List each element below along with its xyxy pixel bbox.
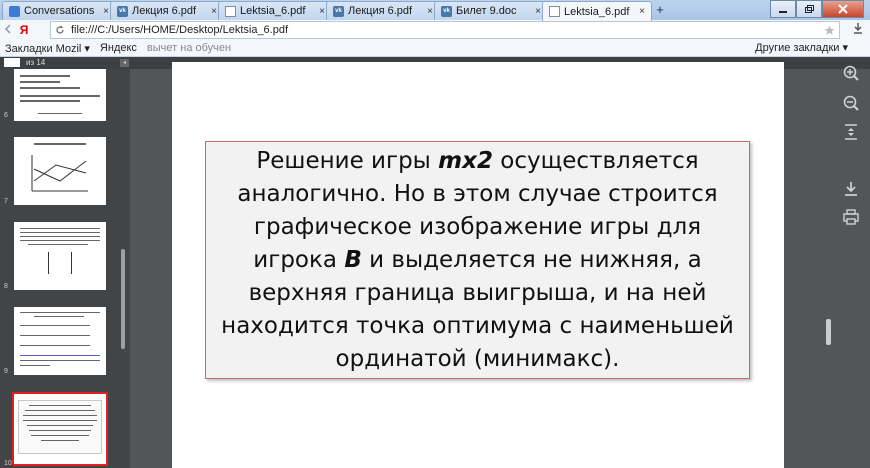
print-icon <box>843 209 859 225</box>
close-icon[interactable]: × <box>319 6 325 17</box>
minimize-icon <box>779 11 787 13</box>
tab-lektsia-pdf-active[interactable]: Lektsia_6.pdf × <box>542 1 652 21</box>
zoom-out-icon <box>843 95 859 111</box>
vk-icon: vk <box>333 5 344 17</box>
sidebar-toggle-button[interactable]: ◂ <box>120 59 129 67</box>
minimize-button[interactable] <box>770 0 796 18</box>
new-tab-button[interactable]: + <box>652 3 668 17</box>
thumbnail-number: 10 <box>4 460 12 467</box>
navigation-bar: Я <box>0 20 870 40</box>
close-window-button[interactable] <box>822 0 864 18</box>
thumbnail-page-6[interactable] <box>14 69 106 121</box>
back-button[interactable] <box>0 23 16 37</box>
download-button[interactable] <box>852 22 864 37</box>
other-bookmarks[interactable]: Другие закладки ▾ <box>755 41 848 54</box>
download-pdf-button[interactable] <box>842 180 860 198</box>
tab-label: Лекция 6.pdf <box>348 5 413 17</box>
close-icon[interactable]: × <box>211 6 217 17</box>
slide-text-box: Решение игры mx2 осуществляется аналогич… <box>205 141 750 379</box>
restore-icon <box>805 5 814 13</box>
restore-button[interactable] <box>796 0 822 18</box>
bookmarks-bar: Закладки Mozil ▾ Яндекс вычет на обучен … <box>0 40 870 57</box>
tab-label: Lektsia_6.pdf <box>240 5 306 17</box>
pdf-viewer: из 14 ◂ 6 7 8 9 10 Решение игры mx2 осущ… <box>0 57 870 468</box>
download-icon <box>845 182 857 196</box>
thumbnail-number: 9 <box>4 368 8 375</box>
fit-page-icon <box>845 124 857 140</box>
close-icon[interactable]: × <box>535 6 541 17</box>
tab-lektsia-pdf-1[interactable]: Lektsia_6.pdf × <box>218 1 332 20</box>
tab-conversations[interactable]: Conversations × <box>2 1 116 20</box>
tab-label: Билет 9.doc <box>456 5 517 17</box>
close-icon[interactable]: × <box>639 6 645 17</box>
print-button[interactable] <box>842 208 860 226</box>
arrow-left-icon <box>4 24 11 34</box>
bookmark-yandex[interactable]: Яндекс <box>95 42 142 54</box>
bookmark-vychet[interactable]: вычет на обучен <box>142 42 236 54</box>
document-icon <box>549 6 560 17</box>
right-toolbar <box>830 57 870 468</box>
zoom-in-button[interactable] <box>842 64 860 82</box>
thumbnail-page-8[interactable] <box>14 222 106 290</box>
vk-icon: vk <box>441 5 452 17</box>
page-count: из 14 <box>26 58 46 67</box>
window-controls <box>770 0 864 18</box>
tab-label: Лекция 6.pdf <box>132 5 197 17</box>
tab-label: Lektsia_6.pdf <box>564 5 630 18</box>
pdf-page: Решение игры mx2 осуществляется аналогич… <box>172 62 784 468</box>
close-icon <box>838 4 848 14</box>
zoom-in-icon <box>843 65 859 81</box>
page-indicator: из 14 <box>4 58 45 67</box>
tab-lektsia-vk-2[interactable]: vk Лекция 6.pdf × <box>326 1 440 20</box>
reload-icon[interactable] <box>55 25 65 35</box>
document-icon <box>225 5 236 17</box>
thumbnail-number: 7 <box>4 198 8 205</box>
address-bar[interactable] <box>50 21 840 39</box>
bookmark-star-icon[interactable] <box>824 25 835 36</box>
zoom-out-button[interactable] <box>842 94 860 112</box>
thumbnail-page-10[interactable] <box>12 392 108 466</box>
download-icon <box>854 23 862 34</box>
bookmark-folder-mozilla[interactable]: Закладки Mozil ▾ <box>0 42 95 55</box>
thumbnail-number: 8 <box>4 283 8 290</box>
sidebar-scrollbar[interactable] <box>121 249 125 349</box>
chat-icon <box>9 5 20 17</box>
chart-thumbnail-icon <box>31 155 88 192</box>
fit-page-button[interactable] <box>842 123 860 141</box>
thumbnail-page-7[interactable] <box>14 137 106 205</box>
tab-label: Conversations <box>24 5 95 17</box>
url-input[interactable] <box>71 24 818 36</box>
thumbnail-page-9[interactable] <box>14 307 106 375</box>
vk-icon: vk <box>117 5 128 17</box>
yandex-logo[interactable]: Я <box>16 23 32 37</box>
close-icon[interactable]: × <box>103 6 109 17</box>
slide-text: Решение игры mx2 осуществляется аналогич… <box>221 147 734 372</box>
thumbnail-number: 6 <box>4 112 8 119</box>
tab-bilet[interactable]: vk Билет 9.doc × <box>434 1 548 20</box>
thumbnail-sidebar: 6 7 8 9 10 <box>0 69 130 468</box>
tab-strip: Conversations × vk Лекция 6.pdf × Lektsi… <box>0 0 870 21</box>
close-icon[interactable]: × <box>427 6 433 17</box>
page-number-input[interactable] <box>4 58 20 67</box>
tab-lektsia-vk-1[interactable]: vk Лекция 6.pdf × <box>110 1 224 20</box>
